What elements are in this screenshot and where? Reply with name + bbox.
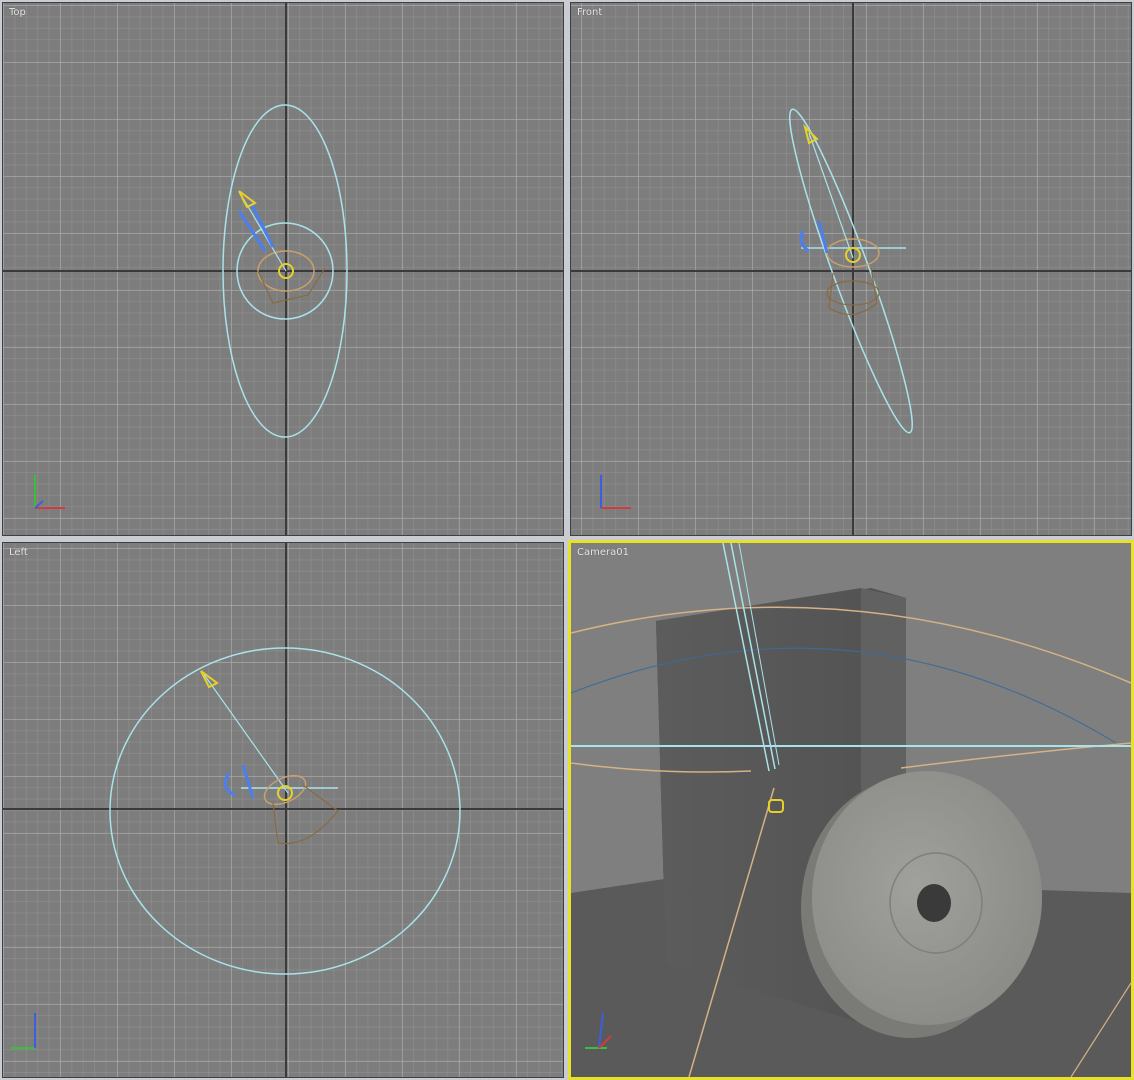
axis-tripod-icon [34,475,65,509]
camera-icon[interactable] [237,202,275,252]
viewport-left[interactable]: Left [2,542,564,1078]
disc-hole [917,884,951,922]
axis-tripod-icon [600,475,631,509]
camera-viewport-scene [571,543,1131,1077]
spotlight-icon[interactable] [803,123,819,145]
viewport-label-front[interactable]: Front [577,7,602,18]
spotlight-direction-line [808,132,854,259]
axis-tripod-icon [11,1013,36,1049]
top-viewport-scene [3,3,563,535]
viewport-label-top[interactable]: Top [9,7,26,18]
viewport-front[interactable]: Front [570,2,1132,536]
viewport-label-left[interactable]: Left [9,547,28,558]
spotlight-icon[interactable] [200,670,219,689]
viewport-camera[interactable]: Camera01 [568,540,1134,1080]
front-viewport-scene [571,3,1131,535]
spotlight-cone-lines [272,784,339,845]
viewport-label-camera[interactable]: Camera01 [577,547,629,558]
camera-icon[interactable] [223,764,255,799]
left-viewport-scene [3,543,563,1077]
spotlight-direction-line [242,197,287,272]
viewport-top[interactable]: Top [2,2,564,536]
